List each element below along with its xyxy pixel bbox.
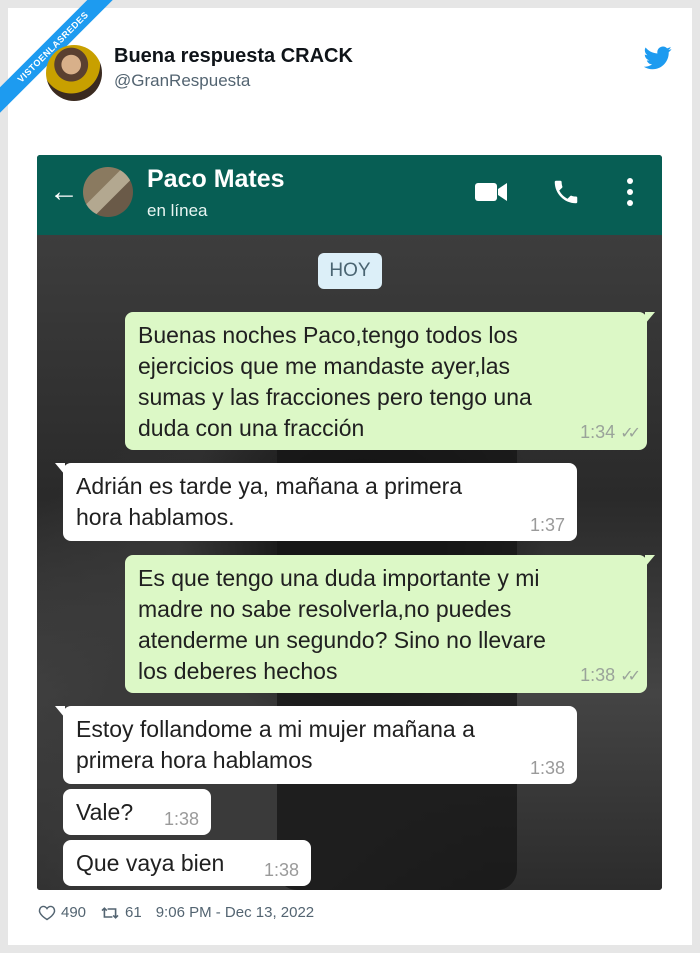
- message-meta: 1:38: [164, 809, 199, 829]
- contact-status: en línea: [147, 201, 208, 220]
- author-handle[interactable]: @GranRespuesta: [114, 71, 250, 91]
- message-time: 1:38: [163, 809, 199, 829]
- twitter-bird-icon[interactable]: [644, 46, 672, 70]
- bubble-tail: [645, 555, 655, 567]
- retweet-icon[interactable]: [100, 905, 120, 921]
- message-meta: 1:38 ✓✓: [580, 665, 641, 687]
- author-avatar[interactable]: [46, 45, 102, 101]
- message-text: Estoy follandome a mi mujer mañana a pri…: [76, 716, 475, 773]
- message-text: Adrián es tarde ya, mañana a primera hor…: [76, 473, 463, 530]
- message-time: 1:37: [529, 515, 565, 535]
- bubble-tail: [645, 312, 655, 324]
- like-count: 490: [61, 904, 87, 921]
- back-arrow-icon[interactable]: ←: [49, 177, 79, 207]
- more-vert-icon[interactable]: [625, 177, 635, 207]
- message-text: Buenas noches Paco,tengo todos los ejerc…: [138, 322, 532, 441]
- heart-icon[interactable]: [38, 905, 56, 921]
- bubble-tail: [55, 706, 65, 718]
- double-check-icon: ✓✓: [620, 668, 641, 685]
- message-bubble-incoming[interactable]: Vale? 1:38: [63, 789, 211, 835]
- contact-avatar[interactable]: [83, 167, 133, 217]
- message-meta: 1:38: [264, 860, 299, 880]
- tweet-timestamp[interactable]: 9:06 PM - Dec 13, 2022: [156, 904, 314, 921]
- date-chip: HOY: [318, 253, 382, 289]
- tweet-footer: 490 61 9:06 PM - Dec 13, 2022: [38, 904, 314, 921]
- phone-icon[interactable]: [551, 177, 581, 207]
- message-bubble-incoming[interactable]: Adrián es tarde ya, mañana a primera hor…: [55, 463, 577, 541]
- message-time: 1:38: [263, 860, 299, 880]
- message-time: 1:38: [580, 665, 616, 685]
- message-bubble-outgoing[interactable]: Buenas noches Paco,tengo todos los ejerc…: [125, 312, 655, 450]
- message-bubble-incoming[interactable]: Que vaya bien 1:38: [63, 840, 311, 886]
- contact-name[interactable]: Paco Mates: [147, 165, 285, 194]
- message-time: 1:34: [580, 422, 616, 442]
- message-time: 1:38: [529, 758, 565, 778]
- author-name[interactable]: Buena respuesta CRACK: [114, 45, 353, 68]
- chat-header: ← Paco Mates en línea: [37, 155, 662, 235]
- message-meta: 1:37: [530, 515, 565, 535]
- double-check-icon: ✓✓: [620, 425, 641, 442]
- message-meta: 1:38: [530, 758, 565, 778]
- retweet-count: 61: [125, 904, 142, 921]
- chat-screenshot: ← Paco Mates en línea HOY Buenas noches …: [37, 155, 662, 890]
- bubble-tail: [55, 463, 65, 475]
- message-text: Es que tengo una duda importante y mi ma…: [138, 565, 546, 684]
- message-meta: 1:34 ✓✓: [580, 422, 641, 444]
- message-bubble-incoming[interactable]: Estoy follandome a mi mujer mañana a pri…: [55, 706, 577, 784]
- message-bubble-outgoing[interactable]: Es que tengo una duda importante y mi ma…: [125, 555, 655, 693]
- video-call-icon[interactable]: [475, 181, 507, 203]
